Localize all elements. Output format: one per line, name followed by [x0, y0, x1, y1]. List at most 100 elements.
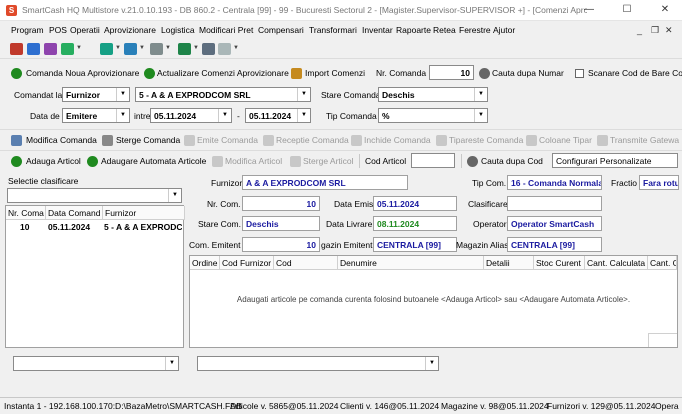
chevron-down-icon[interactable]: ▼: [165, 45, 171, 51]
new-order-button[interactable]: Comanda Noua Aprovizionare: [26, 68, 139, 78]
menu-retea[interactable]: Retea: [433, 25, 456, 35]
maximize-button[interactable]: ☐: [614, 2, 640, 18]
chart-icon[interactable]: [178, 43, 191, 55]
users-icon[interactable]: [27, 43, 40, 55]
print-order-button[interactable]: Tipareste Comanda: [449, 135, 523, 145]
menu-compensari[interactable]: Compensari: [258, 25, 304, 35]
add-article-button[interactable]: Adauga Articol: [26, 156, 81, 166]
columns-icon: [526, 135, 537, 146]
detail-store-alias-label: Magazin Alias: [456, 240, 509, 250]
order-number-input[interactable]: 10: [429, 65, 474, 80]
mdi-minimize-button[interactable]: _: [637, 25, 642, 35]
cart-add-icon[interactable]: [100, 43, 113, 55]
import-orders-button[interactable]: Import Comenzi: [305, 68, 365, 78]
column-header[interactable]: Data Comand: [46, 206, 103, 220]
article-code-input[interactable]: [411, 153, 455, 168]
edit-article-button[interactable]: Modifica Articol: [225, 156, 282, 166]
close-button[interactable]: ✕: [652, 2, 678, 18]
column-header[interactable]: Ordine: [190, 256, 220, 270]
status-bar: Instanta 1 - 192.168.100.170:D:\BazaMetr…: [0, 397, 682, 414]
emit-order-button[interactable]: Emite Comanda: [197, 135, 258, 145]
column-header[interactable]: Stoc Curent: [534, 256, 585, 270]
date-separator: -: [237, 111, 240, 121]
chevron-down-icon[interactable]: ▼: [233, 45, 239, 51]
minimize-button[interactable]: —: [576, 2, 602, 18]
mdi-close-button[interactable]: ✕: [665, 25, 673, 36]
delete-icon: [102, 135, 113, 146]
menu-logistica[interactable]: Logistica: [161, 25, 195, 35]
search-by-code-button[interactable]: Cauta dupa Cod: [481, 156, 543, 166]
detail-classification-label: Clasificare: [468, 199, 508, 209]
detail-issued-label: Com. Emitent: [189, 240, 241, 250]
column-header[interactable]: Cant. Calculata: [585, 256, 648, 270]
date-from-input[interactable]: 05.11.2024 ▼: [150, 108, 232, 123]
auto-add-articles-button[interactable]: Adaugare Automata Articole: [101, 156, 206, 166]
classification-select[interactable]: ▼: [7, 188, 182, 203]
status-clients: Clienti v. 146@05.11.2024: [340, 401, 440, 411]
menu-program[interactable]: Program: [11, 25, 44, 35]
update-orders-button[interactable]: Actualizare Comenzi Aprovizionare: [157, 68, 289, 78]
delete-order-button[interactable]: Sterge Comanda: [116, 135, 180, 145]
settings-icon[interactable]: [44, 43, 57, 55]
scan-barcode-checkbox[interactable]: [575, 69, 584, 78]
right-bottom-select[interactable]: ▼: [197, 356, 439, 371]
print-columns-button[interactable]: Coloane Tipar: [539, 135, 592, 145]
edit-order-button[interactable]: Modifica Comanda: [26, 135, 97, 145]
order-type-select[interactable]: % ▼: [378, 108, 488, 123]
document-icon[interactable]: [218, 43, 231, 55]
status-select[interactable]: Deschis ▼: [378, 87, 488, 102]
receive-order-button[interactable]: Receptie Comanda: [276, 135, 349, 145]
close-order-icon: [351, 135, 362, 146]
table-row[interactable]: 10 05.11.2024 5 - A & A EXPRODCOM: [6, 220, 183, 234]
column-header[interactable]: Cant. C: [648, 256, 677, 270]
detail-store-issuer-value: CENTRALA [99]: [373, 237, 457, 252]
gear-icon[interactable]: [150, 43, 163, 55]
box-icon[interactable]: [202, 43, 215, 55]
mdi-restore-button[interactable]: ❐: [651, 25, 659, 36]
column-header[interactable]: Cod Furnizor: [220, 256, 274, 270]
chevron-down-icon[interactable]: ▼: [193, 45, 199, 51]
chevron-down-icon[interactable]: ▼: [115, 45, 121, 51]
order-to-select[interactable]: Furnizor ▼: [62, 87, 130, 102]
print-icon[interactable]: [10, 43, 23, 55]
left-bottom-select[interactable]: ▼: [13, 356, 179, 371]
empty-grid-message: Adaugati articole pe comanda curenta fol…: [236, 295, 631, 304]
menu-modificari-pret[interactable]: Modificari Pret: [199, 25, 253, 35]
delete-article-button[interactable]: Sterge Articol: [303, 156, 354, 166]
column-header[interactable]: Furnizor: [103, 206, 185, 220]
article-code-label: Cod Articol: [365, 156, 407, 166]
order-toolbar: Modifica Comanda Sterge Comanda Emite Co…: [0, 129, 682, 149]
detail-supplier-label: Furnizor: [211, 178, 243, 188]
refresh-icon: [144, 68, 155, 79]
chevron-down-icon: ▼: [297, 88, 310, 101]
date-type-select[interactable]: Emitere ▼: [62, 108, 130, 123]
menu-ferestre[interactable]: Ferestre: [459, 25, 491, 35]
menu-transformari[interactable]: Transformari: [309, 25, 357, 35]
column-header[interactable]: Detalii: [484, 256, 534, 270]
edit-icon: [212, 156, 223, 167]
order-date-cell: 05.11.2024: [48, 222, 91, 232]
custom-settings-select[interactable]: Configurari Personalizate: [552, 153, 678, 168]
search-by-number-button[interactable]: Cauta dupa Numar: [492, 68, 564, 78]
menu-rapoarte[interactable]: Rapoarte: [396, 25, 431, 35]
transfer-icon[interactable]: [124, 43, 137, 55]
send-gateway-button[interactable]: Transmite Gatewa: [610, 135, 679, 145]
cart-icon[interactable]: [61, 43, 74, 55]
menu-ajutor[interactable]: Ajutor: [493, 25, 515, 35]
column-header[interactable]: Nr. Coma: [6, 206, 46, 220]
chevron-down-icon[interactable]: ▼: [76, 45, 82, 51]
date-to-input[interactable]: 05.11.2024 ▼: [245, 108, 311, 123]
menu-aprovizionare[interactable]: Aprovizionare: [104, 25, 156, 35]
close-order-button[interactable]: Inchide Comanda: [364, 135, 431, 145]
divider: [359, 154, 360, 168]
order-number-cell: 10: [20, 222, 30, 232]
menu-operatii[interactable]: Operatii: [70, 25, 100, 35]
detail-store-issuer-label: gazin Emitent: [321, 240, 373, 250]
supplier-select[interactable]: 5 - A & A EXPRODCOM SRL ▼: [135, 87, 311, 102]
menu-inventar[interactable]: Inventar: [362, 25, 393, 35]
column-header[interactable]: Denumire: [338, 256, 484, 270]
column-header[interactable]: Cod: [274, 256, 338, 270]
chevron-down-icon: ▼: [116, 88, 129, 101]
menu-pos[interactable]: POS: [49, 25, 67, 35]
chevron-down-icon[interactable]: ▼: [139, 45, 145, 51]
